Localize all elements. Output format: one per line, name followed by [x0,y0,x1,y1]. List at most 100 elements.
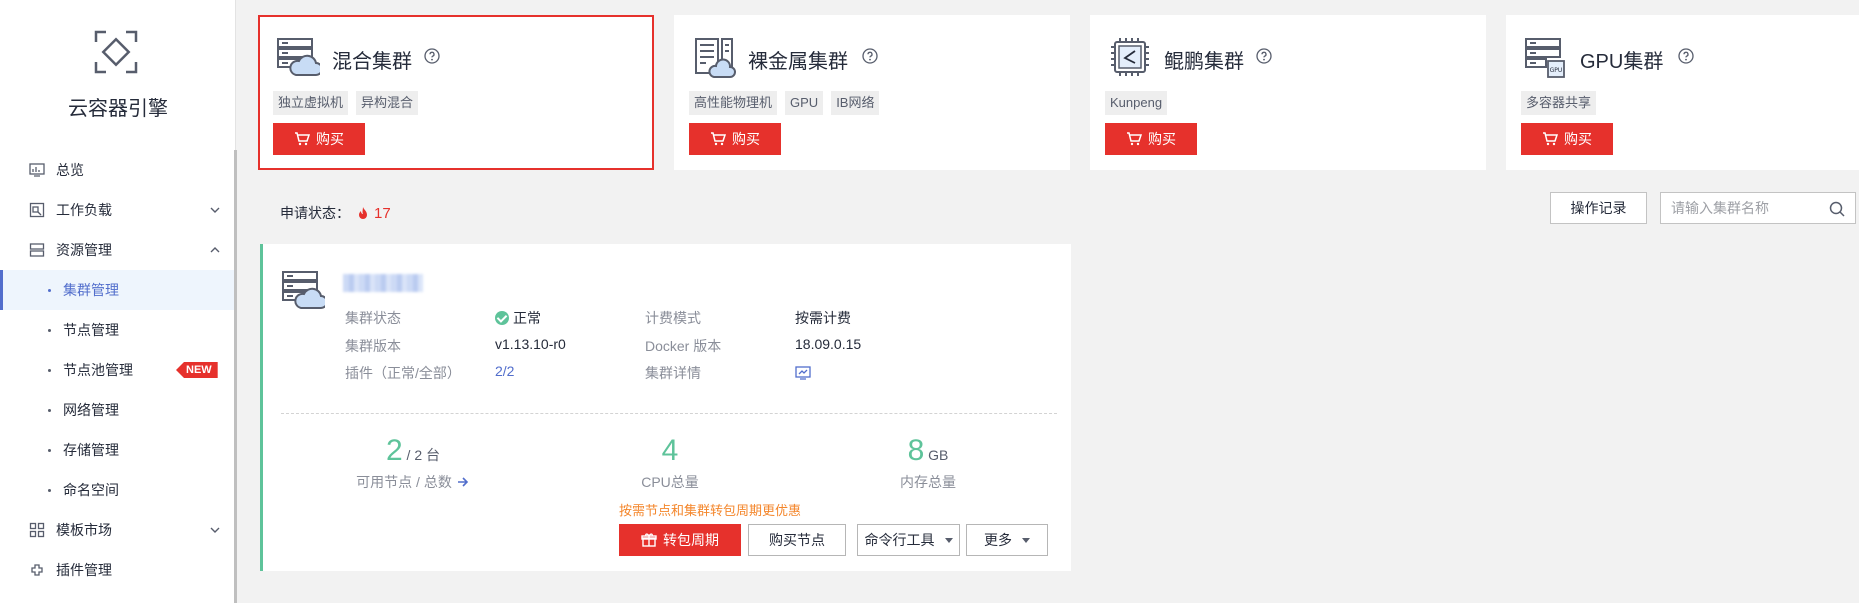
help-icon[interactable] [1256,48,1272,64]
workload-icon [28,201,46,219]
help-icon[interactable] [424,48,440,64]
monitor-icon[interactable] [795,365,811,381]
cluster-search-input[interactable] [1661,200,1821,216]
search-icon[interactable] [1829,201,1845,217]
tag: IB网络 [831,91,880,115]
cluster-type-card-gpu[interactable]: GPU GPU集群 多容器共享 购买 [1506,15,1859,170]
detail-label: 集群详情 [645,365,701,381]
sidebar-item-label: 命名空间 [63,482,119,498]
memory-caption: 内存总量 [900,474,956,490]
stat-nodes: 2 / 2 台 可用节点 / 总数 [293,434,533,492]
nodes-available: 2 [385,434,403,467]
sidebar-item-label: 节点池管理 [63,362,133,378]
status-value: 正常 [495,308,541,328]
sidebar-item-node-mgmt[interactable]: 节点管理 [0,310,234,350]
buy-node-button[interactable]: 购买节点 [748,524,846,556]
memory-unit: GB [928,447,949,463]
brand-name: 云容器引擎 [68,98,168,120]
tag: GPU [785,91,824,115]
tag: 多容器共享 [1521,91,1597,115]
nodes-total: / 2 台 [406,447,441,463]
addon-value-link[interactable]: 2/2 [495,363,514,379]
cluster-type-card-kunpeng[interactable]: 鲲鹏集群 Kunpeng 购买 [1090,15,1486,170]
sidebar-item-label: 集群管理 [63,282,119,298]
overview-icon [28,161,46,179]
tag-list: 多容器共享 [1521,91,1597,115]
nodes-caption: 可用节点 / 总数 [293,472,533,492]
sidebar-item-template-market[interactable]: 模板市场 [0,510,234,550]
plugin-icon [28,561,46,579]
sidebar-item-label: 节点管理 [63,322,119,338]
divider [281,413,1057,414]
cluster-icon [282,271,325,309]
buy-label: 购买 [732,131,760,147]
bullet-dot [48,288,51,292]
tag: 高性能物理机 [689,91,778,115]
stat-memory: 8 GB 内存总量 [808,434,1048,492]
sidebar-item-nodepool-mgmt[interactable]: 节点池管理 NEW [0,350,234,390]
buy-button[interactable]: 购买 [689,123,781,155]
apply-status-count[interactable]: 17 [356,205,391,222]
template-icon [28,521,46,539]
tag: 异构混合 [356,91,419,115]
operation-log-button[interactable]: 操作记录 [1550,192,1647,224]
sidebar-item-namespace[interactable]: 命名空间 [0,470,234,510]
billing-value: 按需计费 [795,310,851,326]
sidebar-item-network-mgmt[interactable]: 网络管理 [0,390,234,430]
card-title: 混合集群 [332,51,412,73]
sidebar-item-plugin-mgmt[interactable]: 插件管理 [0,550,234,590]
sidebar-item-overview[interactable]: 总览 [0,150,234,190]
cart-icon [1543,132,1558,146]
sidebar-item-cluster-mgmt[interactable]: 集群管理 [0,270,234,310]
help-icon[interactable] [1678,48,1694,64]
bullet-dot [48,408,51,412]
sidebar-item-label: 网络管理 [63,402,119,418]
card-title: 裸金属集群 [748,51,848,73]
sidebar-item-workload[interactable]: 工作负载 [0,190,234,230]
gift-icon [641,533,657,547]
nodes-caption-text: 可用节点 / 总数 [356,474,452,490]
sidebar-item-storage-mgmt[interactable]: 存储管理 [0,430,234,470]
help-icon[interactable] [862,48,878,64]
caret-down-icon [944,537,953,543]
cpu-caption: CPU总量 [641,474,699,490]
caret-down-icon [1022,537,1030,543]
buy-button[interactable]: 购买 [1105,123,1197,155]
apply-status: 申请状态： 17 [280,203,391,223]
fire-icon [359,207,367,219]
bullet-dot [48,368,51,372]
cluster-type-card-baremetal[interactable]: 裸金属集群 高性能物理机 GPU IB网络 购买 [674,15,1070,170]
cli-label: 命令行工具 [864,532,935,548]
bullet-dot [48,328,51,332]
convert-yearly-button[interactable]: 转包周期 [619,524,741,556]
billing-label: 计费模式 [645,310,701,326]
cart-icon [1127,132,1142,146]
status-label: 集群状态 [345,310,401,326]
cluster-name-link[interactable] [343,274,423,292]
sidebar-item-resource[interactable]: 资源管理 [0,230,234,270]
bullet-dot [48,448,51,452]
cart-icon [711,132,726,146]
card-title: GPU集群 [1580,51,1664,73]
buy-button[interactable]: 购买 [1521,123,1613,155]
cpu-total: 4 [661,434,679,467]
cluster-type-card-hybrid[interactable]: 混合集群 独立虚拟机 异构混合 购买 [258,15,654,170]
tag-list: 独立虚拟机 异构混合 [273,91,419,115]
more-dropdown[interactable]: 更多 [966,524,1048,556]
side-nav: 总览 工作负载 资源管理 集群管理 节点管理 节点池管理 NEW 网络管理 存储… [0,150,234,590]
docker-label: Docker 版本 [645,338,722,354]
cli-tool-dropdown[interactable]: 命令行工具 [857,524,960,556]
cluster-search[interactable] [1660,192,1856,224]
chevron-up-icon [210,247,220,253]
arrow-right-icon[interactable] [456,475,470,489]
new-badge: NEW [176,362,218,378]
sidebar-scrollbar[interactable] [234,150,237,603]
buy-button[interactable]: 购买 [273,123,365,155]
tag-list: 高性能物理机 GPU IB网络 [689,91,880,115]
chevron-down-icon [210,527,220,533]
version-value: v1.13.10-r0 [495,336,566,352]
tag: Kunpeng [1105,91,1168,115]
sidebar: 云容器引擎 总览 工作负载 资源管理 集群管理 节点管理 节点池管理 NEW 网… [0,0,237,603]
sidebar-item-label: 工作负载 [56,202,112,218]
sidebar-item-label: 资源管理 [56,242,112,258]
